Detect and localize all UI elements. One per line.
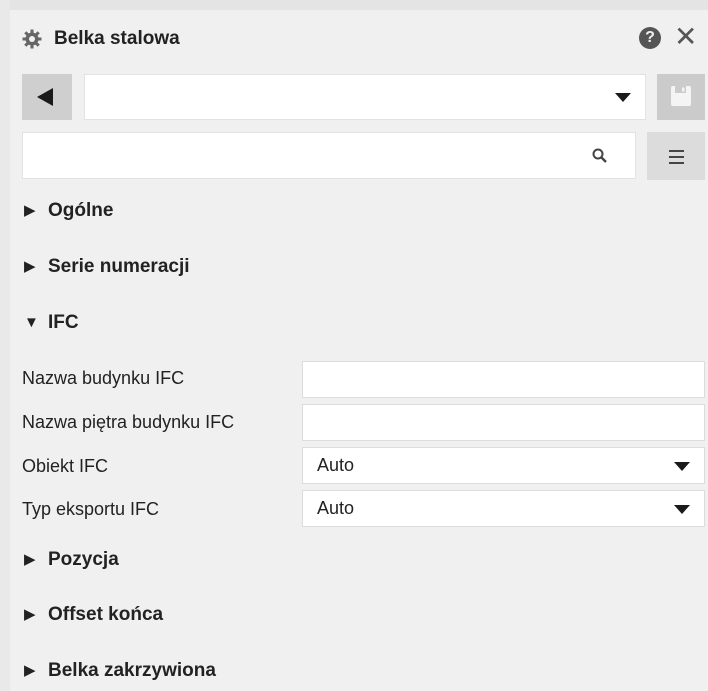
section-position[interactable]: ▶ Pozycja bbox=[22, 549, 119, 579]
section-ifc-label: IFC bbox=[48, 312, 79, 333]
section-curved-beam[interactable]: ▶ Belka zakrzywiona bbox=[22, 660, 216, 690]
menu-button[interactable] bbox=[647, 132, 705, 180]
help-icon[interactable]: ? bbox=[639, 27, 661, 49]
section-curved-beam-label: Belka zakrzywiona bbox=[48, 660, 216, 681]
panel-title: Belka stalowa bbox=[54, 28, 180, 49]
preset-dropdown[interactable] bbox=[84, 74, 646, 120]
section-end-offset[interactable]: ▶ Offset końca bbox=[22, 604, 163, 634]
ifc-entity-value: Auto bbox=[317, 455, 355, 475]
expand-arrow-icon: ▶ bbox=[24, 662, 36, 679]
section-position-label: Pozycja bbox=[48, 549, 119, 570]
section-general[interactable]: ▶ Ogólne bbox=[22, 200, 113, 230]
panel-left-edge bbox=[0, 0, 10, 691]
collapse-arrow-icon: ▼ bbox=[24, 314, 39, 331]
ifc-building-name-field[interactable] bbox=[302, 361, 705, 398]
ifc-storey-name-field[interactable] bbox=[302, 404, 705, 441]
expand-arrow-icon: ▶ bbox=[24, 606, 36, 623]
close-icon[interactable]: ✕ bbox=[674, 23, 697, 51]
expand-arrow-icon: ▶ bbox=[24, 551, 36, 568]
ifc-building-name-label: Nazwa budynku IFC bbox=[22, 368, 185, 388]
chevron-down-icon bbox=[615, 93, 631, 102]
expand-arrow-icon: ▶ bbox=[24, 258, 36, 275]
menu-icon-bar bbox=[669, 156, 684, 158]
expand-arrow-icon: ▶ bbox=[24, 202, 36, 219]
ifc-export-type-dropdown[interactable]: Auto bbox=[302, 490, 705, 527]
properties-panel: Belka stalowa ? ✕ ▶ Ogólne ▶ Serie numerac bbox=[0, 0, 708, 691]
section-end-offset-label: Offset końca bbox=[48, 604, 164, 625]
ifc-entity-dropdown[interactable]: Auto bbox=[302, 447, 705, 484]
menu-icon bbox=[669, 150, 684, 152]
chevron-down-icon bbox=[674, 462, 690, 471]
gear-icon bbox=[22, 29, 42, 49]
section-numbering[interactable]: ▶ Serie numeracji bbox=[22, 256, 190, 286]
arrow-left-icon bbox=[37, 88, 53, 106]
save-icon bbox=[671, 86, 691, 106]
save-preset-button[interactable] bbox=[657, 74, 705, 120]
panel-top-edge bbox=[0, 0, 708, 10]
ifc-entity-label: Obiekt IFC bbox=[22, 456, 109, 476]
ifc-export-type-label: Typ eksportu IFC bbox=[22, 499, 160, 519]
search-icon[interactable] bbox=[591, 147, 609, 165]
search-input[interactable] bbox=[23, 133, 583, 178]
panel-title-bar: Belka stalowa ? ✕ bbox=[0, 18, 708, 64]
section-numbering-label: Serie numeracji bbox=[48, 256, 190, 277]
back-button[interactable] bbox=[22, 74, 72, 120]
search-field[interactable] bbox=[22, 132, 636, 179]
section-general-label: Ogólne bbox=[48, 200, 114, 221]
section-ifc[interactable]: ▼ IFC bbox=[22, 312, 79, 342]
chevron-down-icon bbox=[674, 505, 690, 514]
ifc-export-type-value: Auto bbox=[317, 498, 355, 518]
ifc-storey-name-label: Nazwa piętra budynku IFC bbox=[22, 412, 235, 432]
menu-icon-bar bbox=[669, 162, 684, 164]
